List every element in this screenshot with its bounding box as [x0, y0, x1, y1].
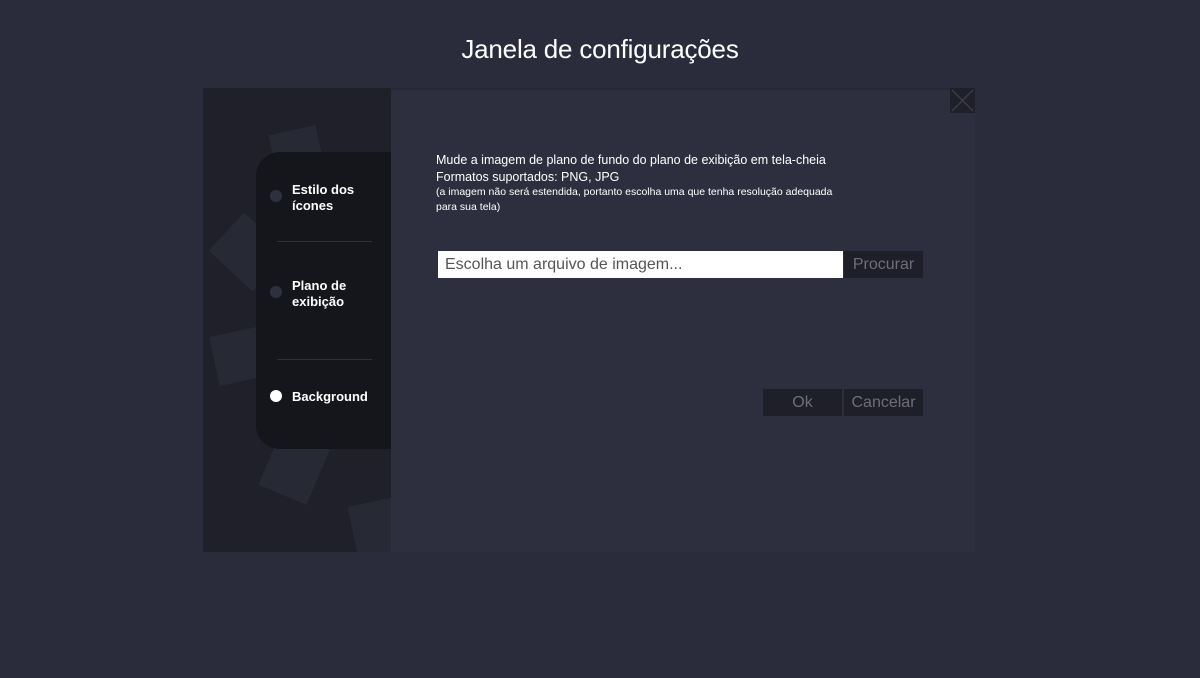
description-main: Mude a imagem de plano de fundo do plano…	[436, 153, 826, 167]
page-title: Janela de configurações	[461, 34, 739, 64]
description: Mude a imagem de plano de fundo do plano…	[436, 151, 876, 215]
cancel-button[interactable]: Cancelar	[844, 389, 923, 416]
ok-button[interactable]: Ok	[763, 389, 842, 416]
sidebar-item-display-plane[interactable]: Plano de exibição	[256, 278, 391, 314]
sidebar-item-label: Background	[292, 389, 368, 404]
description-note: (a imagem não será estendida, portanto e…	[436, 186, 833, 213]
radio-dot-icon	[270, 286, 282, 298]
radio-dot-icon	[270, 390, 282, 402]
radio-dot-icon	[270, 190, 282, 202]
settings-dialog: Estilo dos ícones Plano de exibição Back…	[203, 88, 975, 552]
close-icon	[951, 89, 974, 112]
panel-border	[391, 88, 975, 90]
menu-card: Estilo dos ícones Plano de exibição Back…	[256, 152, 391, 449]
close-button[interactable]	[950, 88, 975, 113]
sidebar-item-icon-style[interactable]: Estilo dos ícones	[256, 182, 391, 218]
sidebar-item-background[interactable]: Background	[256, 388, 391, 408]
file-path-input[interactable]	[438, 251, 843, 278]
sidebar-item-label: Plano de exibição	[292, 278, 347, 309]
sidebar-item-label: Estilo dos ícones	[292, 182, 355, 213]
menu-divider	[277, 359, 372, 360]
description-formats: Formatos suportados: PNG, JPG	[436, 170, 620, 184]
sidebar: Estilo dos ícones Plano de exibição Back…	[203, 88, 391, 552]
menu-divider	[277, 241, 372, 242]
browse-button[interactable]: Procurar	[844, 251, 923, 278]
